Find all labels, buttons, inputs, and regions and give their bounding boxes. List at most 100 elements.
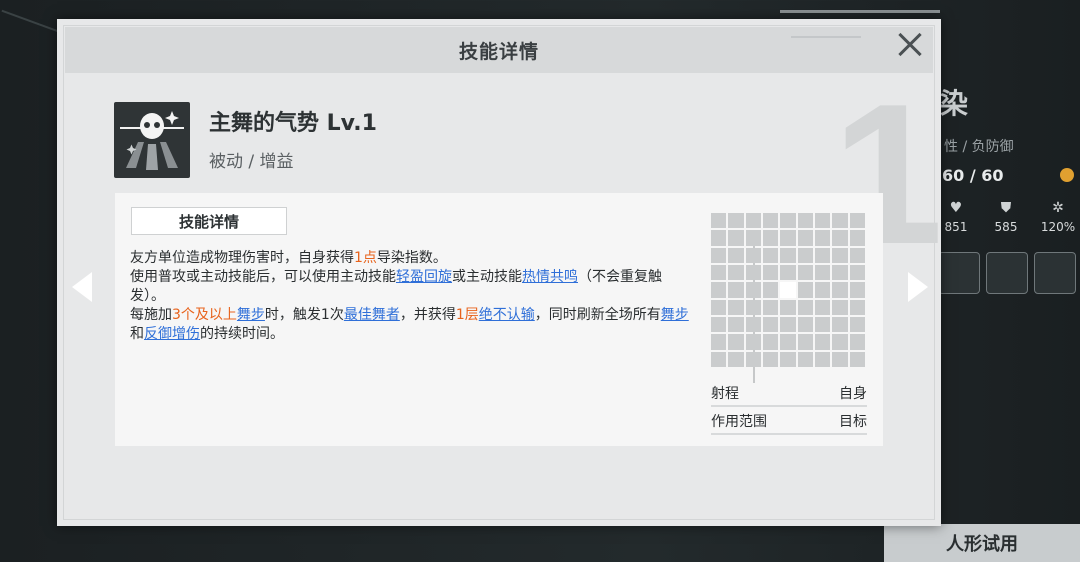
range-cell [728,334,744,350]
area-value: 目标 [839,414,867,430]
dancer-skill-icon [114,102,190,178]
range-cell [780,282,796,298]
range-cell [797,282,813,298]
range-cell [832,282,848,298]
keyword-link[interactable]: 反御增伤 [144,326,200,342]
range-cell [745,282,761,298]
description-text: ，同时刷新全场所有 [534,307,661,323]
character-trial-button[interactable]: 人形试用 [884,524,1080,562]
skill-slot-2[interactable] [986,252,1028,294]
skill-type: 被动 / 增益 [209,152,294,172]
range-cell [762,334,779,350]
range-label: 射程 [711,386,739,402]
range-cell [849,351,865,367]
skill-description-overflow [130,381,690,393]
range-cell [849,264,865,281]
skill-detail-modal: 技能详情 1 主舞的气势 Lv.1 被动 / 增益 技能详情 友方单位造成物理伤… [57,19,943,526]
character-hp: 60 / 60 [942,166,1004,185]
range-cell [780,351,796,367]
description-text: 时，触发1次 [264,307,344,323]
skill-detail-panel: 技能详情 友方单位造成物理伤害时，自身获得1点导染指数。 使用普攻或主动技能后，可… [115,193,883,446]
stat-value: 585 [994,220,1018,234]
range-cell [728,264,744,281]
highlight-value: 1层 [455,307,479,323]
range-cell [797,316,813,333]
range-cell [849,230,865,246]
range-cell [849,213,865,229]
range-cell [762,247,779,263]
range-cell [711,351,727,367]
range-cell [797,334,813,350]
range-cell [780,316,796,333]
tab-skill-detail[interactable]: 技能详情 [131,207,287,235]
highlight-value: 1点 [354,250,377,266]
description-line: 友方单位造成物理伤害时，自身获得1点导染指数。 [130,249,690,268]
range-cell [745,316,761,333]
range-cell [728,230,744,246]
range-cell [814,316,831,333]
range-cell [762,351,779,367]
range-cell [832,230,848,246]
range-cell [832,299,848,315]
keyword-link[interactable]: 舞步 [237,307,265,323]
character-name-fragment: 染 [940,87,969,120]
description-text: 或主动技能 [452,269,522,285]
range-cell [728,299,744,315]
keyword-link[interactable]: 舞步 [661,307,689,323]
range-cell [762,299,779,315]
range-cell [745,247,761,263]
keyword-link[interactable]: 绝不认输 [479,307,535,323]
range-cell [814,334,831,350]
range-cell [711,316,727,333]
range-cell [728,213,744,229]
range-cell [814,299,831,315]
range-cell [711,247,727,263]
range-cell [762,264,779,281]
description-text: 的持续时间。 [200,326,284,342]
range-cell [849,316,865,333]
range-cell [711,230,727,246]
range-cell [780,264,796,281]
description-text: 导染指数。 [376,250,447,266]
keyword-link[interactable]: 最佳舞者 [344,307,400,323]
range-row: 射程 自身 [711,383,867,407]
range-cell [745,334,761,350]
area-row: 作用范围 目标 [711,411,867,435]
skill-emblem-icon [120,111,184,170]
gear-icon: ✲ [1052,200,1064,216]
range-cell [814,247,831,263]
range-cell [797,299,813,315]
description-text: ，并获得 [399,307,456,323]
range-cell [780,247,796,263]
range-cell [814,282,831,298]
range-cell [814,213,831,229]
range-cell [832,264,848,281]
range-cell [780,213,796,229]
stat-value: 851 [944,220,968,234]
range-cell [762,282,779,298]
area-label: 作用范围 [711,414,767,430]
description-text: 友方单位造成物理伤害时，自身获得 [130,250,354,266]
description-text: 和 [130,326,144,342]
stat-defense: ⛊ 585 [984,200,1028,234]
range-cell [711,334,727,350]
next-skill-arrow-icon[interactable] [908,272,928,302]
range-cell [832,213,848,229]
range-cell [849,282,865,298]
skill-slot-3[interactable] [1034,252,1076,294]
range-cell [728,247,744,263]
skill-slot-1[interactable] [938,252,980,294]
range-cell [711,264,727,281]
range-cell [745,230,761,246]
stat-value: 120% [1040,220,1076,234]
character-attribute-label: 性 / 负防御 [944,139,1014,155]
range-cell [832,351,848,367]
previous-skill-arrow-icon[interactable] [72,272,92,302]
close-button[interactable] [893,27,927,61]
description-text: 每施加 [130,307,172,323]
shield-icon: ⛊ [1000,200,1012,216]
keyword-link[interactable]: 热情共鸣 [522,269,578,285]
range-cell [780,334,796,350]
keyword-link[interactable]: 轻盈回旋 [396,269,452,285]
range-cell [762,230,779,246]
